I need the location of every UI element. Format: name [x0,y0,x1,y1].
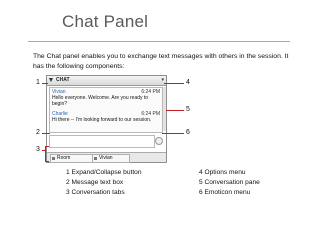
legend-item: 2 Message text box [66,179,124,186]
message-time: 6:24 PM [141,89,160,95]
callout-5-line [166,110,184,111]
conversation-scrollbar[interactable] [163,87,166,131]
emoticon-icon[interactable] [155,137,163,145]
callout-6-line [162,133,184,134]
callout-1: 1 [36,79,40,86]
expand-collapse-icon[interactable] [49,78,53,82]
legend-item: 1 Expand/Collapse button [66,169,142,176]
message-text-box[interactable] [49,135,155,148]
callout-1-line [42,83,48,84]
chat-panel-title: CHAT [56,77,70,83]
slide-description: The Chat panel enables you to exchange t… [33,53,289,70]
person-icon [94,157,97,160]
legend-right: 4 Options menu 5 Conversation pane 6 Emo… [199,168,260,198]
tab-label: Room [57,155,71,161]
chat-message: Charlie 6:24 PM Hi there -- I'm looking … [52,111,160,123]
callout-4: 4 [186,79,190,86]
callout-4-line [164,83,184,84]
chat-panel-header: CHAT ▾ [47,76,166,86]
callout-6: 6 [186,129,190,136]
legend-item: 6 Emoticon menu [199,189,251,196]
callout-3-bracket [45,146,49,162]
message-text: Hello everyone. Welcome. Are you ready t… [52,95,149,107]
slide-title: Chat Panel [62,12,149,31]
legend-item: 5 Conversation pane [199,179,260,186]
legend-item: 3 Conversation tabs [66,189,125,196]
message-time: 6:24 PM [141,111,160,117]
callout-5: 5 [186,106,190,113]
room-icon [52,157,55,160]
title-rule [28,41,290,42]
tab-label: Vivian [99,155,113,161]
slide: Chat Panel The Chat panel enables you to… [0,0,320,240]
chat-panel: CHAT ▾ Vivian 6:24 PM Hello everyone. We… [46,75,167,163]
chat-message: Vivian 6:24 PM Hello everyone. Welcome. … [52,89,160,107]
callout-2-line [42,133,50,134]
callout-3: 3 [36,146,40,153]
tab-vivian[interactable]: Vivian [92,154,130,163]
tab-room[interactable]: Room [50,154,94,163]
conversation-tabs: Room Vivian [47,152,166,163]
callout-2: 2 [36,129,40,136]
message-text: Hi there -- I'm looking forward to our s… [52,117,152,123]
conversation-pane: Vivian 6:24 PM Hello everyone. Welcome. … [49,87,163,133]
legend-item: 4 Options menu [199,169,246,176]
legend-left: 1 Expand/Collapse button 2 Message text … [66,168,142,198]
